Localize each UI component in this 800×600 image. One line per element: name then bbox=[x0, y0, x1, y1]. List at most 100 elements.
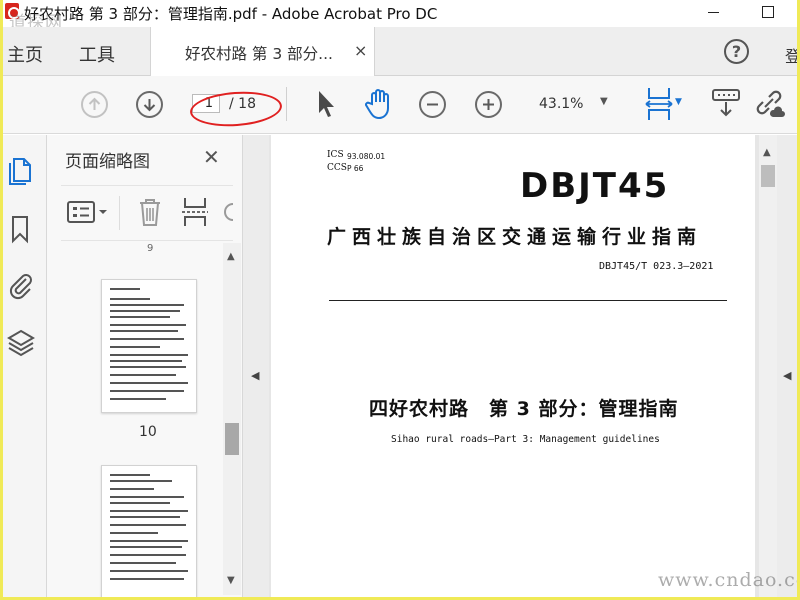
thumbnail-text-line bbox=[110, 524, 186, 526]
thumbnails-scroll-thumb[interactable] bbox=[225, 423, 239, 455]
thumbnail-text-line bbox=[110, 562, 176, 564]
ics-value: 93.080.01 bbox=[347, 152, 386, 161]
maximize-button[interactable] bbox=[745, 0, 791, 27]
tab-bar: 主页 工具 好农村路 第 3 部分... × ? 登 bbox=[3, 27, 797, 76]
thumbnail-text-line bbox=[110, 346, 160, 348]
title-bar: 好农村路 第 3 部分：管理指南.pdf - Adobe Acrobat Pro… bbox=[3, 0, 797, 33]
thumbnail-page-label: 10 bbox=[139, 424, 157, 440]
pdf-page: ICS 93.080.01 CCS P 66 DBJT45 广西壮族自治区交通运… bbox=[271, 135, 755, 597]
chevron-left-icon[interactable]: ◀ bbox=[251, 369, 259, 382]
chevron-down-icon[interactable]: ▼ bbox=[675, 97, 682, 107]
fit-page-icon[interactable] bbox=[643, 86, 675, 122]
thumbnail-text-line bbox=[110, 546, 182, 548]
close-tab-icon[interactable]: × bbox=[354, 41, 367, 60]
tab-tools[interactable]: 工具 bbox=[79, 41, 115, 67]
tab-document[interactable]: 好农村路 第 3 部分... × bbox=[150, 27, 375, 76]
thumbnail-text-line bbox=[110, 532, 158, 534]
thumbnail-text-line bbox=[110, 298, 150, 300]
page-thumbnails-panel: 页面缩略图 ✕ 9 10 ▲ ▼ bbox=[47, 135, 243, 597]
watermark-bottom: www.cndao.com bbox=[658, 569, 797, 591]
attachment-paperclip-icon[interactable] bbox=[6, 269, 36, 301]
document-tab-label: 好农村路 第 3 部分... bbox=[185, 45, 333, 63]
thumbnails-list: 9 10 bbox=[47, 243, 223, 597]
acrobat-window: 好农村路 第 3 部分：管理指南.pdf - Adobe Acrobat Pro… bbox=[3, 0, 797, 597]
zoom-dropdown[interactable]: 43.1% ▼ bbox=[525, 91, 617, 116]
thumbnail-text-line bbox=[110, 354, 188, 356]
thumbnail-text-line bbox=[110, 360, 182, 362]
thumbnail-text-line bbox=[110, 304, 184, 306]
thumbnail-text-line bbox=[110, 310, 180, 312]
thumbnail-text-line bbox=[110, 316, 170, 318]
issuer-title: 广西壮族自治区交通运输行业指南 bbox=[327, 226, 703, 248]
toolbar-divider bbox=[286, 87, 287, 121]
thumbnail-page-10[interactable] bbox=[101, 279, 197, 413]
share-link-icon[interactable] bbox=[753, 87, 785, 119]
select-cursor-icon[interactable] bbox=[315, 89, 337, 119]
thumbnail-text-line bbox=[110, 338, 184, 340]
hand-tool-icon[interactable] bbox=[363, 87, 397, 121]
tab-home[interactable]: 主页 bbox=[7, 41, 43, 67]
thumbnail-text-line bbox=[110, 578, 184, 580]
document-scroll-thumb[interactable] bbox=[761, 165, 775, 187]
sign-in-button[interactable]: 登 bbox=[785, 43, 797, 67]
extract-pages-icon[interactable] bbox=[181, 196, 211, 228]
thumbnail-text-line bbox=[110, 540, 188, 542]
chevron-up-icon[interactable]: ▲ bbox=[227, 251, 235, 262]
thumbnail-text-line bbox=[110, 366, 186, 368]
bookmark-icon[interactable] bbox=[6, 213, 36, 245]
rotate-page-icon[interactable] bbox=[221, 198, 235, 226]
document-scrollbar[interactable]: ▲ bbox=[759, 135, 777, 597]
chevron-right-icon[interactable]: ◀ bbox=[783, 369, 791, 382]
thumbnails-panel-title: 页面缩略图 bbox=[65, 152, 150, 172]
layers-icon[interactable] bbox=[6, 327, 36, 361]
thumbnail-text-line bbox=[110, 382, 188, 384]
zoom-in-button[interactable] bbox=[475, 91, 502, 118]
minimize-button[interactable] bbox=[691, 0, 737, 27]
thumbnail-text-line bbox=[110, 502, 170, 504]
chevron-down-icon[interactable]: ▼ bbox=[227, 575, 235, 586]
horizontal-rule bbox=[329, 300, 727, 301]
right-panel-collapse-strip[interactable]: ◀ bbox=[777, 135, 797, 597]
thumbnail-text-line bbox=[110, 480, 172, 482]
thumbnail-text-line bbox=[110, 398, 166, 400]
thumbnail-text-line bbox=[110, 330, 178, 332]
thumbnail-text-line bbox=[110, 288, 140, 290]
thumbnail-label-previous: 9 bbox=[147, 243, 154, 254]
help-icon[interactable]: ? bbox=[724, 39, 749, 64]
previous-page-button[interactable] bbox=[81, 91, 108, 118]
thumbnail-page-11[interactable] bbox=[101, 465, 197, 597]
thumbnails-scrollbar[interactable]: ▲ ▼ bbox=[223, 243, 241, 595]
document-view: ICS 93.080.01 CCS P 66 DBJT45 广西壮族自治区交通运… bbox=[269, 135, 759, 597]
trash-icon[interactable] bbox=[137, 196, 163, 228]
window-title: 好农村路 第 3 部分：管理指南.pdf - Adobe Acrobat Pro… bbox=[24, 5, 438, 23]
left-panel-collapse-strip[interactable]: ◀ bbox=[243, 135, 269, 597]
next-page-button[interactable] bbox=[136, 91, 163, 118]
thumbnail-text-line bbox=[110, 374, 176, 376]
chevron-up-icon[interactable]: ▲ bbox=[763, 147, 771, 158]
close-panel-icon[interactable]: ✕ bbox=[203, 145, 220, 169]
thumbnail-text-line bbox=[110, 570, 188, 572]
plus-icon bbox=[483, 99, 494, 110]
page-thumbnails-icon[interactable] bbox=[6, 153, 36, 185]
chevron-down-icon: ▼ bbox=[600, 96, 608, 107]
thumbnail-text-line bbox=[110, 324, 186, 326]
document-title-chinese: 四好农村路 第 3 部分：管理指南 bbox=[369, 398, 679, 420]
ics-label: ICS bbox=[327, 150, 344, 160]
ccs-label: CCS bbox=[327, 163, 347, 173]
thumbnail-text-line bbox=[110, 474, 150, 476]
arrow-up-icon bbox=[88, 97, 101, 110]
thumbnails-toolbar bbox=[61, 185, 235, 241]
minus-icon bbox=[427, 103, 438, 106]
standard-code: DBJT45/T 023.3—2021 bbox=[599, 261, 714, 272]
arrow-down-icon bbox=[143, 99, 156, 112]
standard-logo: DBJT45 bbox=[520, 166, 670, 206]
thumbnail-text-line bbox=[110, 516, 180, 518]
zoom-value: 43.1% bbox=[539, 96, 584, 112]
read-mode-icon[interactable] bbox=[711, 87, 741, 119]
thumbnail-text-line bbox=[110, 496, 184, 498]
left-navigation-rail bbox=[3, 135, 47, 597]
thumbnail-text-line bbox=[110, 390, 184, 392]
thumbnail-options-icon[interactable] bbox=[67, 200, 111, 224]
zoom-out-button[interactable] bbox=[419, 91, 446, 118]
thumbnail-text-line bbox=[110, 488, 154, 490]
